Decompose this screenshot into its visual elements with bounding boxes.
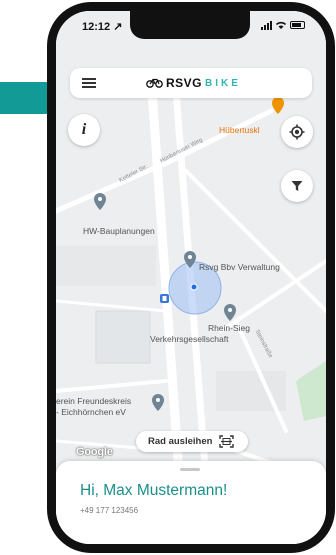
app-screen: Hünbertuser Weg Ketteler Str. Steinstraß… [56, 11, 326, 544]
camera-notch [130, 11, 250, 39]
wifi-icon [275, 21, 287, 29]
poi-hw-bauplanungen[interactable]: HW-Bauplanungen [83, 226, 155, 237]
filter-funnel-icon [291, 181, 303, 191]
poi-rsvg-verwaltung[interactable]: Rsvg Bbv Verwaltung [199, 262, 280, 273]
crosshair-locate-icon [289, 124, 305, 140]
status-icons [261, 20, 305, 30]
user-bottom-sheet[interactable]: Hi, Max Mustermann! +49 177 123456 [56, 461, 326, 544]
rent-bike-label: Rad ausleihen [148, 436, 213, 447]
battery-icon [290, 21, 305, 29]
app-header: RSVG BIKE [70, 68, 312, 98]
sheet-drag-handle[interactable] [180, 468, 200, 471]
poi-huebertuskl[interactable]: Hübertuskl [219, 125, 260, 136]
poi-rhein-sieg-line2: Verkehrsgesellschaft [150, 334, 229, 344]
google-attribution: Google [76, 446, 113, 458]
info-icon: i [81, 121, 87, 138]
qr-scan-icon [219, 435, 235, 448]
locate-button[interactable] [281, 116, 313, 148]
screenshot-stage: Hünbertuser Weg Ketteler Str. Steinstraß… [0, 0, 336, 555]
hamburger-menu-icon[interactable] [82, 78, 96, 88]
app-logo: RSVG BIKE [146, 76, 241, 90]
status-time: 12:12 ↗ [82, 21, 123, 33]
info-button[interactable]: i [68, 114, 100, 146]
greeting-title: Hi, Max Mustermann! [80, 482, 228, 499]
user-phone-number: +49 177 123456 [80, 506, 139, 515]
poi-rhein-sieg[interactable]: Rhein-Sieg [184, 323, 250, 334]
poi-verein-line2: - Eichhörnchen eV [56, 407, 126, 417]
signal-icon [261, 20, 272, 30]
status-bar: 12:12 ↗ [56, 11, 326, 55]
bike-logo-icon [146, 78, 163, 88]
logo-sub-text: BIKE [205, 77, 241, 89]
rent-bike-button[interactable]: Rad ausleihen [136, 431, 248, 452]
poi-rhein-sieg-line1: Rhein-Sieg [207, 323, 250, 333]
logo-brand-text: RSVG [166, 76, 203, 90]
poi-verein-line1[interactable]: erein Freundeskreis [56, 396, 131, 407]
filter-button[interactable] [281, 170, 313, 202]
